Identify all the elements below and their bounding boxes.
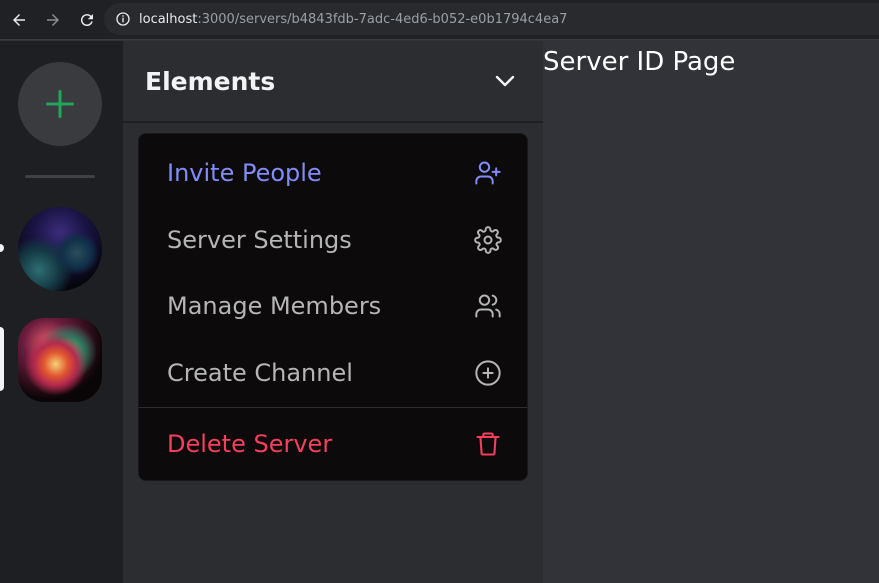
server-icon-2[interactable] (18, 318, 102, 402)
reload-button[interactable] (72, 5, 102, 35)
back-button[interactable] (4, 5, 34, 35)
menu-item-label: Invite People (167, 159, 322, 187)
address-bar[interactable]: localhost:3000/servers/b4843fdb-7adc-4ed… (104, 3, 879, 35)
reload-icon (80, 13, 93, 26)
server-icon-1[interactable] (18, 207, 102, 291)
active-server-indicator (0, 327, 4, 391)
add-server-button[interactable] (18, 62, 102, 146)
chevron-down-icon[interactable] (493, 69, 517, 93)
arrow-right-icon (47, 13, 59, 26)
browser-toolbar: localhost:3000/servers/b4843fdb-7adc-4ed… (0, 0, 879, 40)
url-text: localhost:3000/servers/b4843fdb-7adc-4ed… (139, 12, 567, 27)
menu-item-label: Manage Members (167, 292, 382, 320)
server-rail (0, 41, 123, 583)
menu-item-label: Delete Server (167, 430, 333, 458)
forward-button[interactable] (38, 5, 68, 35)
page-title: Server ID Page (543, 47, 736, 77)
unread-indicator (0, 244, 4, 252)
plus-circle-icon (475, 360, 501, 386)
menu-item-manage-members[interactable]: Manage Members (139, 278, 529, 334)
menu-item-create-channel[interactable]: Create Channel (139, 345, 529, 401)
server-dropdown-menu: Invite People Server Settings Manage Mem… (138, 133, 528, 481)
server-header-button[interactable]: Elements (123, 41, 543, 123)
main-content: Server ID Page (543, 41, 879, 583)
gear-icon (474, 226, 502, 254)
arrow-left-icon (13, 13, 25, 26)
menu-item-server-settings[interactable]: Server Settings (139, 212, 529, 268)
menu-item-delete-server[interactable]: Delete Server (139, 416, 529, 472)
menu-item-invite-people[interactable]: Invite People (139, 145, 529, 201)
menu-separator (139, 407, 527, 408)
rail-separator (25, 175, 95, 178)
url-host: localhost (139, 11, 198, 27)
server-name: Elements (145, 66, 276, 96)
url-path: :3000/servers/b4843fdb-7adc-4ed6-b052-e0… (197, 11, 568, 27)
info-icon[interactable] (115, 11, 131, 27)
menu-item-label: Create Channel (167, 359, 353, 387)
user-plus-icon (475, 161, 501, 185)
trash-icon (476, 432, 500, 456)
plus-icon (46, 90, 74, 118)
menu-item-label: Server Settings (167, 226, 352, 254)
users-icon (475, 294, 501, 318)
